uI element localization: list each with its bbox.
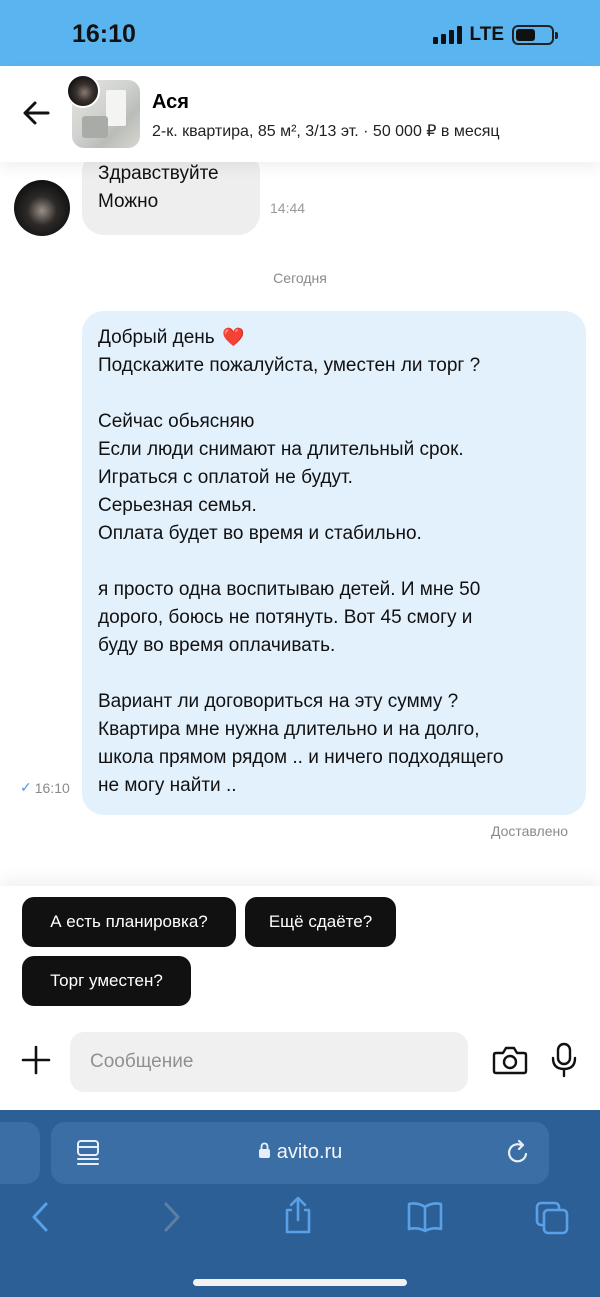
network-label: LTE: [469, 24, 504, 45]
message-line: Играться с оплатой не будут.: [98, 467, 353, 488]
message-composer: [0, 1026, 600, 1110]
quick-reply-bargain[interactable]: Торг уместен?: [22, 956, 191, 1006]
message-line: Можно: [98, 191, 159, 212]
message-line: [98, 660, 570, 688]
share-icon[interactable]: [282, 1196, 314, 1236]
plus-icon[interactable]: [20, 1044, 52, 1076]
listing-summary[interactable]: 2-к. квартира, 85 м², 3/13 эт. · 50 000 …: [152, 121, 500, 141]
status-indicators: LTE: [432, 24, 558, 46]
url-display[interactable]: avito.ru: [51, 1141, 549, 1164]
status-bar: 16:10 LTE: [0, 0, 600, 66]
date-separator: Сегодня: [273, 270, 327, 286]
tabs-overview-icon[interactable]: [534, 1200, 570, 1236]
battery-icon: [512, 25, 558, 45]
delivery-status: Доставлено: [490, 823, 568, 839]
message-line: Серьезная семья.: [98, 495, 257, 516]
check-icon: ✓: [20, 779, 32, 795]
incoming-message[interactable]: Здравствуйте Можно: [82, 162, 260, 235]
outgoing-message[interactable]: Добрый день ❤️ Подскажите пожалуйста, ум…: [82, 311, 586, 815]
previous-tab[interactable]: [0, 1122, 40, 1184]
contact-name[interactable]: Ася: [152, 91, 189, 114]
url-text: avito.ru: [276, 1141, 343, 1163]
message-input[interactable]: [70, 1032, 468, 1092]
message-line: я просто одна воспитываю детей. И мне 50: [98, 579, 481, 600]
bookmarks-icon[interactable]: [406, 1200, 444, 1234]
browser-back-icon[interactable]: [28, 1200, 54, 1234]
message-line: Квартира мне нужна длительно и на долго,: [98, 719, 480, 740]
quick-replies: А есть планировка? Ещё сдаёте? Торг умес…: [0, 886, 600, 1026]
quick-reply-layout[interactable]: А есть планировка?: [22, 897, 236, 947]
message-line: [98, 380, 570, 408]
reload-icon[interactable]: [505, 1139, 531, 1167]
message-line: школа прямом рядом .. и ничего подходяще…: [98, 747, 504, 768]
message-line: Добрый день ❤️: [98, 327, 245, 348]
lock-icon: [258, 1142, 270, 1158]
heart-emoji: ❤️: [221, 327, 245, 347]
message-line: Сейчас обьясняю: [98, 411, 255, 432]
browser-forward-icon[interactable]: [158, 1200, 184, 1234]
status-time: 16:10: [72, 20, 136, 48]
quick-reply-available[interactable]: Ещё сдаёте?: [245, 897, 396, 947]
camera-icon[interactable]: [492, 1044, 528, 1076]
home-indicator: [193, 1279, 407, 1286]
message-line: дорого, боюсь не потянуть. Вот 45 смогу …: [98, 607, 473, 628]
message-line: Здравствуйте: [98, 163, 219, 184]
back-arrow-icon[interactable]: [20, 96, 54, 130]
message-line: [98, 548, 570, 576]
message-line: Оплата будет во время и стабильно.: [98, 523, 422, 544]
avatar[interactable]: [66, 74, 100, 108]
chat-area[interactable]: Здравствуйте Можно 14:44 Сегодня Добрый …: [0, 162, 600, 886]
message-meta: ✓ 16:10: [20, 779, 70, 796]
chat-header: Ася 2-к. квартира, 85 м², 3/13 эт. · 50 …: [0, 66, 600, 162]
sender-avatar[interactable]: [14, 180, 70, 236]
message-time: 16:10: [34, 779, 70, 796]
browser-toolbar: avito.ru: [0, 1110, 600, 1297]
message-line: не могу найти ..: [98, 775, 237, 796]
microphone-icon[interactable]: [548, 1042, 580, 1078]
message-time: 14:44: [270, 200, 306, 216]
message-line: буду во время оплачивать.: [98, 635, 336, 656]
message-line: Подскажите пожалуйста, уместен ли торг ?: [98, 355, 481, 376]
message-line: Если люди снимают на длительный срок.: [98, 439, 464, 460]
signal-icon: [432, 26, 462, 44]
message-line: Вариант ли договориться на эту сумму ?: [98, 691, 459, 712]
address-bar[interactable]: avito.ru: [51, 1122, 549, 1184]
